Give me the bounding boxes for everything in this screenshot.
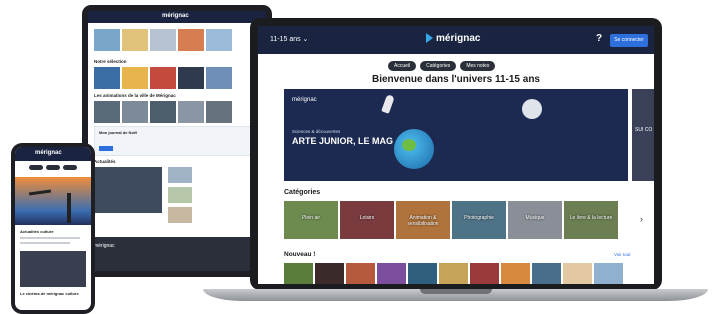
tablet-thumb[interactable] bbox=[122, 101, 148, 123]
nav-pill-home[interactable]: Accueil bbox=[388, 61, 417, 71]
categories-heading: Catégories bbox=[284, 189, 321, 196]
category-card[interactable]: Musique bbox=[508, 201, 562, 239]
hero-kicker: Sciences & découvertes bbox=[292, 129, 341, 134]
hero-title: ARTE JUNIOR, LE MAG bbox=[292, 136, 394, 146]
astronaut-icon bbox=[522, 99, 542, 119]
site-logo-text: mérignac bbox=[436, 33, 481, 44]
category-label: Plein air bbox=[301, 215, 321, 221]
category-label: Musique bbox=[525, 215, 545, 221]
new-item[interactable] bbox=[532, 263, 561, 284]
category-label: Animation & sensibilisation bbox=[407, 215, 439, 227]
tablet-thumb[interactable] bbox=[206, 29, 232, 51]
help-icon[interactable]: ? bbox=[596, 33, 602, 44]
tablet-section-heading: Actualités bbox=[94, 159, 116, 164]
tablet-news-title: Mon journal de Noël bbox=[99, 130, 138, 135]
tablet-thumb[interactable] bbox=[94, 29, 120, 51]
phone-caption: Actualités culture bbox=[20, 229, 54, 234]
category-card[interactable]: Animation & sensibilisation bbox=[396, 201, 450, 239]
phone-article-image[interactable] bbox=[20, 251, 86, 287]
tablet-thumb[interactable] bbox=[122, 67, 148, 89]
tablet-footer-logo[interactable]: mérignac bbox=[94, 243, 115, 249]
phone-text-line bbox=[20, 242, 70, 244]
tablet-thumb[interactable] bbox=[178, 67, 204, 89]
laptop-screen: 11-15 ans ⌄ mérignac ? Se connecter Accu… bbox=[258, 26, 654, 284]
categories-row: Plein air Loisirs Animation & sensibilis… bbox=[284, 201, 618, 239]
control-tower-icon bbox=[67, 193, 71, 223]
tablet-news-thumb[interactable] bbox=[168, 207, 192, 223]
phone-nav-pill[interactable] bbox=[46, 165, 60, 170]
tablet-logo[interactable]: mérignac bbox=[162, 13, 189, 19]
category-card[interactable]: Le livre & la lecture bbox=[564, 201, 618, 239]
planet-land bbox=[402, 139, 416, 151]
phone-screen: mérignac Actualités culture Le cinéma de… bbox=[15, 147, 91, 310]
new-item[interactable] bbox=[284, 263, 313, 284]
hero-next-slide[interactable]: SUI CO bbox=[632, 89, 654, 181]
new-see-all-link[interactable]: Voir tout bbox=[614, 252, 631, 257]
hero-logo: mérignac bbox=[292, 97, 317, 103]
nav-pill-categories[interactable]: Catégories bbox=[420, 61, 457, 71]
tablet-footer: mérignac bbox=[88, 237, 266, 271]
phone-nav bbox=[29, 165, 77, 170]
category-label: Loisirs bbox=[359, 215, 375, 221]
tablet-screen: mérignac Notre sélection Les animations … bbox=[88, 11, 266, 271]
new-item[interactable] bbox=[470, 263, 499, 284]
new-item[interactable] bbox=[315, 263, 344, 284]
category-card[interactable]: Loisirs bbox=[340, 201, 394, 239]
new-item[interactable] bbox=[408, 263, 437, 284]
tablet-thumb[interactable] bbox=[206, 101, 232, 123]
tablet-thumb[interactable] bbox=[122, 29, 148, 51]
phone-header: mérignac bbox=[15, 147, 91, 161]
play-logo-icon bbox=[426, 33, 433, 44]
rocket-icon bbox=[381, 94, 395, 114]
new-item[interactable] bbox=[346, 263, 375, 284]
tablet-news-card: Mon journal de Noël bbox=[94, 126, 262, 156]
category-label: Photographie bbox=[464, 215, 494, 221]
tablet-thumb[interactable] bbox=[150, 67, 176, 89]
new-heading: Nouveau ! bbox=[284, 251, 316, 258]
site-logo[interactable]: mérignac bbox=[426, 33, 480, 44]
new-item[interactable] bbox=[377, 263, 406, 284]
age-selector[interactable]: 11-15 ans ⌄ bbox=[270, 35, 308, 43]
tablet-top-row bbox=[94, 29, 232, 51]
new-item[interactable] bbox=[563, 263, 592, 284]
chevron-right-icon[interactable]: › bbox=[640, 214, 643, 224]
tablet-selection-row bbox=[94, 67, 232, 89]
main-nav: Accueil Catégories Mes notes bbox=[388, 61, 496, 71]
nav-pill-notes[interactable]: Mes notes bbox=[460, 61, 496, 71]
phone-nav-pill[interactable] bbox=[63, 165, 77, 170]
category-label: Le livre & la lecture bbox=[569, 215, 613, 221]
tablet-thumb[interactable] bbox=[94, 101, 120, 123]
phone-text-line bbox=[20, 237, 80, 239]
tablet-thumb[interactable] bbox=[206, 67, 232, 89]
new-item[interactable] bbox=[594, 263, 623, 284]
phone-nav-pill[interactable] bbox=[29, 165, 43, 170]
phone-hero-image[interactable] bbox=[15, 177, 91, 225]
new-items-row bbox=[284, 263, 623, 284]
tablet-header: mérignac bbox=[88, 11, 266, 23]
new-item[interactable] bbox=[439, 263, 468, 284]
hero-next-slide-text: SUI CO bbox=[635, 127, 653, 133]
tablet-animations-row bbox=[94, 101, 232, 123]
laptop-notch bbox=[420, 289, 492, 294]
login-button[interactable]: Se connecter bbox=[610, 34, 648, 47]
tablet-featured-image[interactable] bbox=[94, 167, 162, 213]
tablet-section-heading: Notre sélection bbox=[94, 59, 127, 64]
phone-logo[interactable]: mérignac bbox=[35, 150, 62, 156]
tablet-news-thumb[interactable] bbox=[168, 187, 192, 203]
hero-banner[interactable]: mérignac Sciences & découvertes ARTE JUN… bbox=[284, 89, 628, 181]
tablet-news-button[interactable] bbox=[99, 146, 113, 151]
tablet-thumb[interactable] bbox=[94, 67, 120, 89]
site-header: 11-15 ans ⌄ mérignac ? Se connecter bbox=[258, 26, 654, 54]
phone-bottom-caption: Le cinéma de mérignac culture bbox=[20, 291, 79, 296]
page-title: Bienvenue dans l'univers 11-15 ans bbox=[371, 74, 540, 85]
tablet-thumb[interactable] bbox=[150, 29, 176, 51]
tablet-thumb[interactable] bbox=[178, 29, 204, 51]
tablet-section-heading: Les animations de la ville de Mérignac bbox=[94, 93, 176, 98]
tablet-thumb[interactable] bbox=[150, 101, 176, 123]
new-item[interactable] bbox=[501, 263, 530, 284]
category-card[interactable]: Photographie bbox=[452, 201, 506, 239]
category-card[interactable]: Plein air bbox=[284, 201, 338, 239]
tablet-thumb[interactable] bbox=[178, 101, 204, 123]
tablet-news-thumb[interactable] bbox=[168, 167, 192, 183]
